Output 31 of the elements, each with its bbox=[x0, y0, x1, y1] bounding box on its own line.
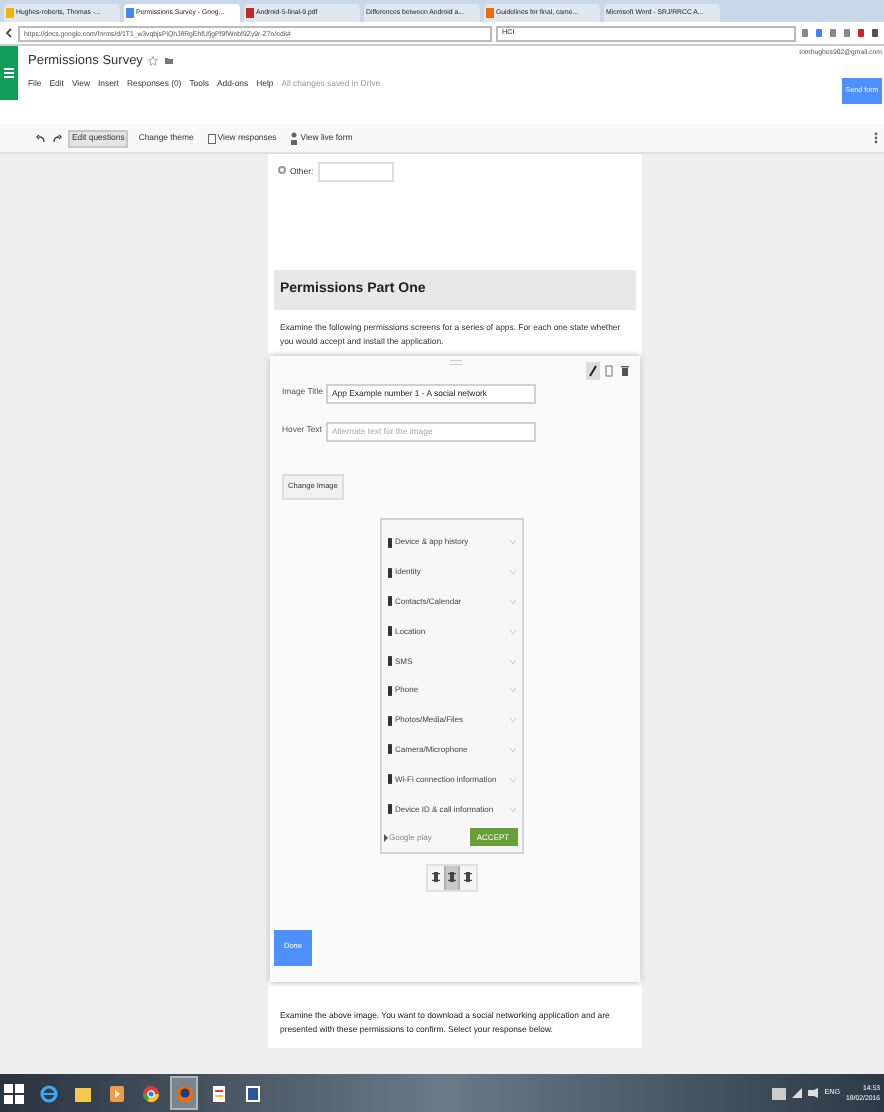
notepad-icon bbox=[209, 1083, 227, 1103]
chrome-icon bbox=[141, 1083, 159, 1103]
person-icon bbox=[290, 131, 299, 145]
media-player-icon bbox=[107, 1083, 125, 1103]
drag-handle-icon[interactable] bbox=[449, 360, 461, 366]
align-icon bbox=[447, 872, 455, 883]
align-icon bbox=[431, 872, 439, 883]
word-icon bbox=[243, 1083, 261, 1103]
redo-icon[interactable] bbox=[52, 133, 62, 143]
windows-logo-icon[interactable] bbox=[4, 1083, 24, 1103]
sheet-icon bbox=[207, 133, 216, 143]
taskbar-button[interactable] bbox=[170, 1076, 198, 1110]
folder-icon bbox=[73, 1083, 91, 1103]
pencil-icon[interactable] bbox=[586, 362, 600, 380]
folder-icon[interactable] bbox=[164, 56, 175, 67]
radio-button[interactable] bbox=[278, 166, 286, 174]
trash-icon[interactable] bbox=[618, 362, 632, 380]
page-icon bbox=[246, 8, 254, 18]
firefox-icon bbox=[175, 1083, 193, 1103]
align-icon bbox=[463, 872, 471, 883]
page-icon bbox=[6, 8, 14, 18]
undo-icon[interactable] bbox=[36, 133, 46, 143]
page-icon bbox=[126, 8, 134, 18]
speaker-icon[interactable] bbox=[808, 1088, 819, 1098]
other-input-field[interactable] bbox=[317, 162, 394, 182]
page-icon bbox=[486, 8, 494, 18]
forms-logo[interactable] bbox=[0, 46, 18, 100]
ie-icon bbox=[39, 1083, 57, 1103]
back-icon[interactable] bbox=[4, 28, 14, 38]
signal-icon[interactable] bbox=[792, 1088, 803, 1098]
star-icon[interactable] bbox=[148, 56, 159, 67]
